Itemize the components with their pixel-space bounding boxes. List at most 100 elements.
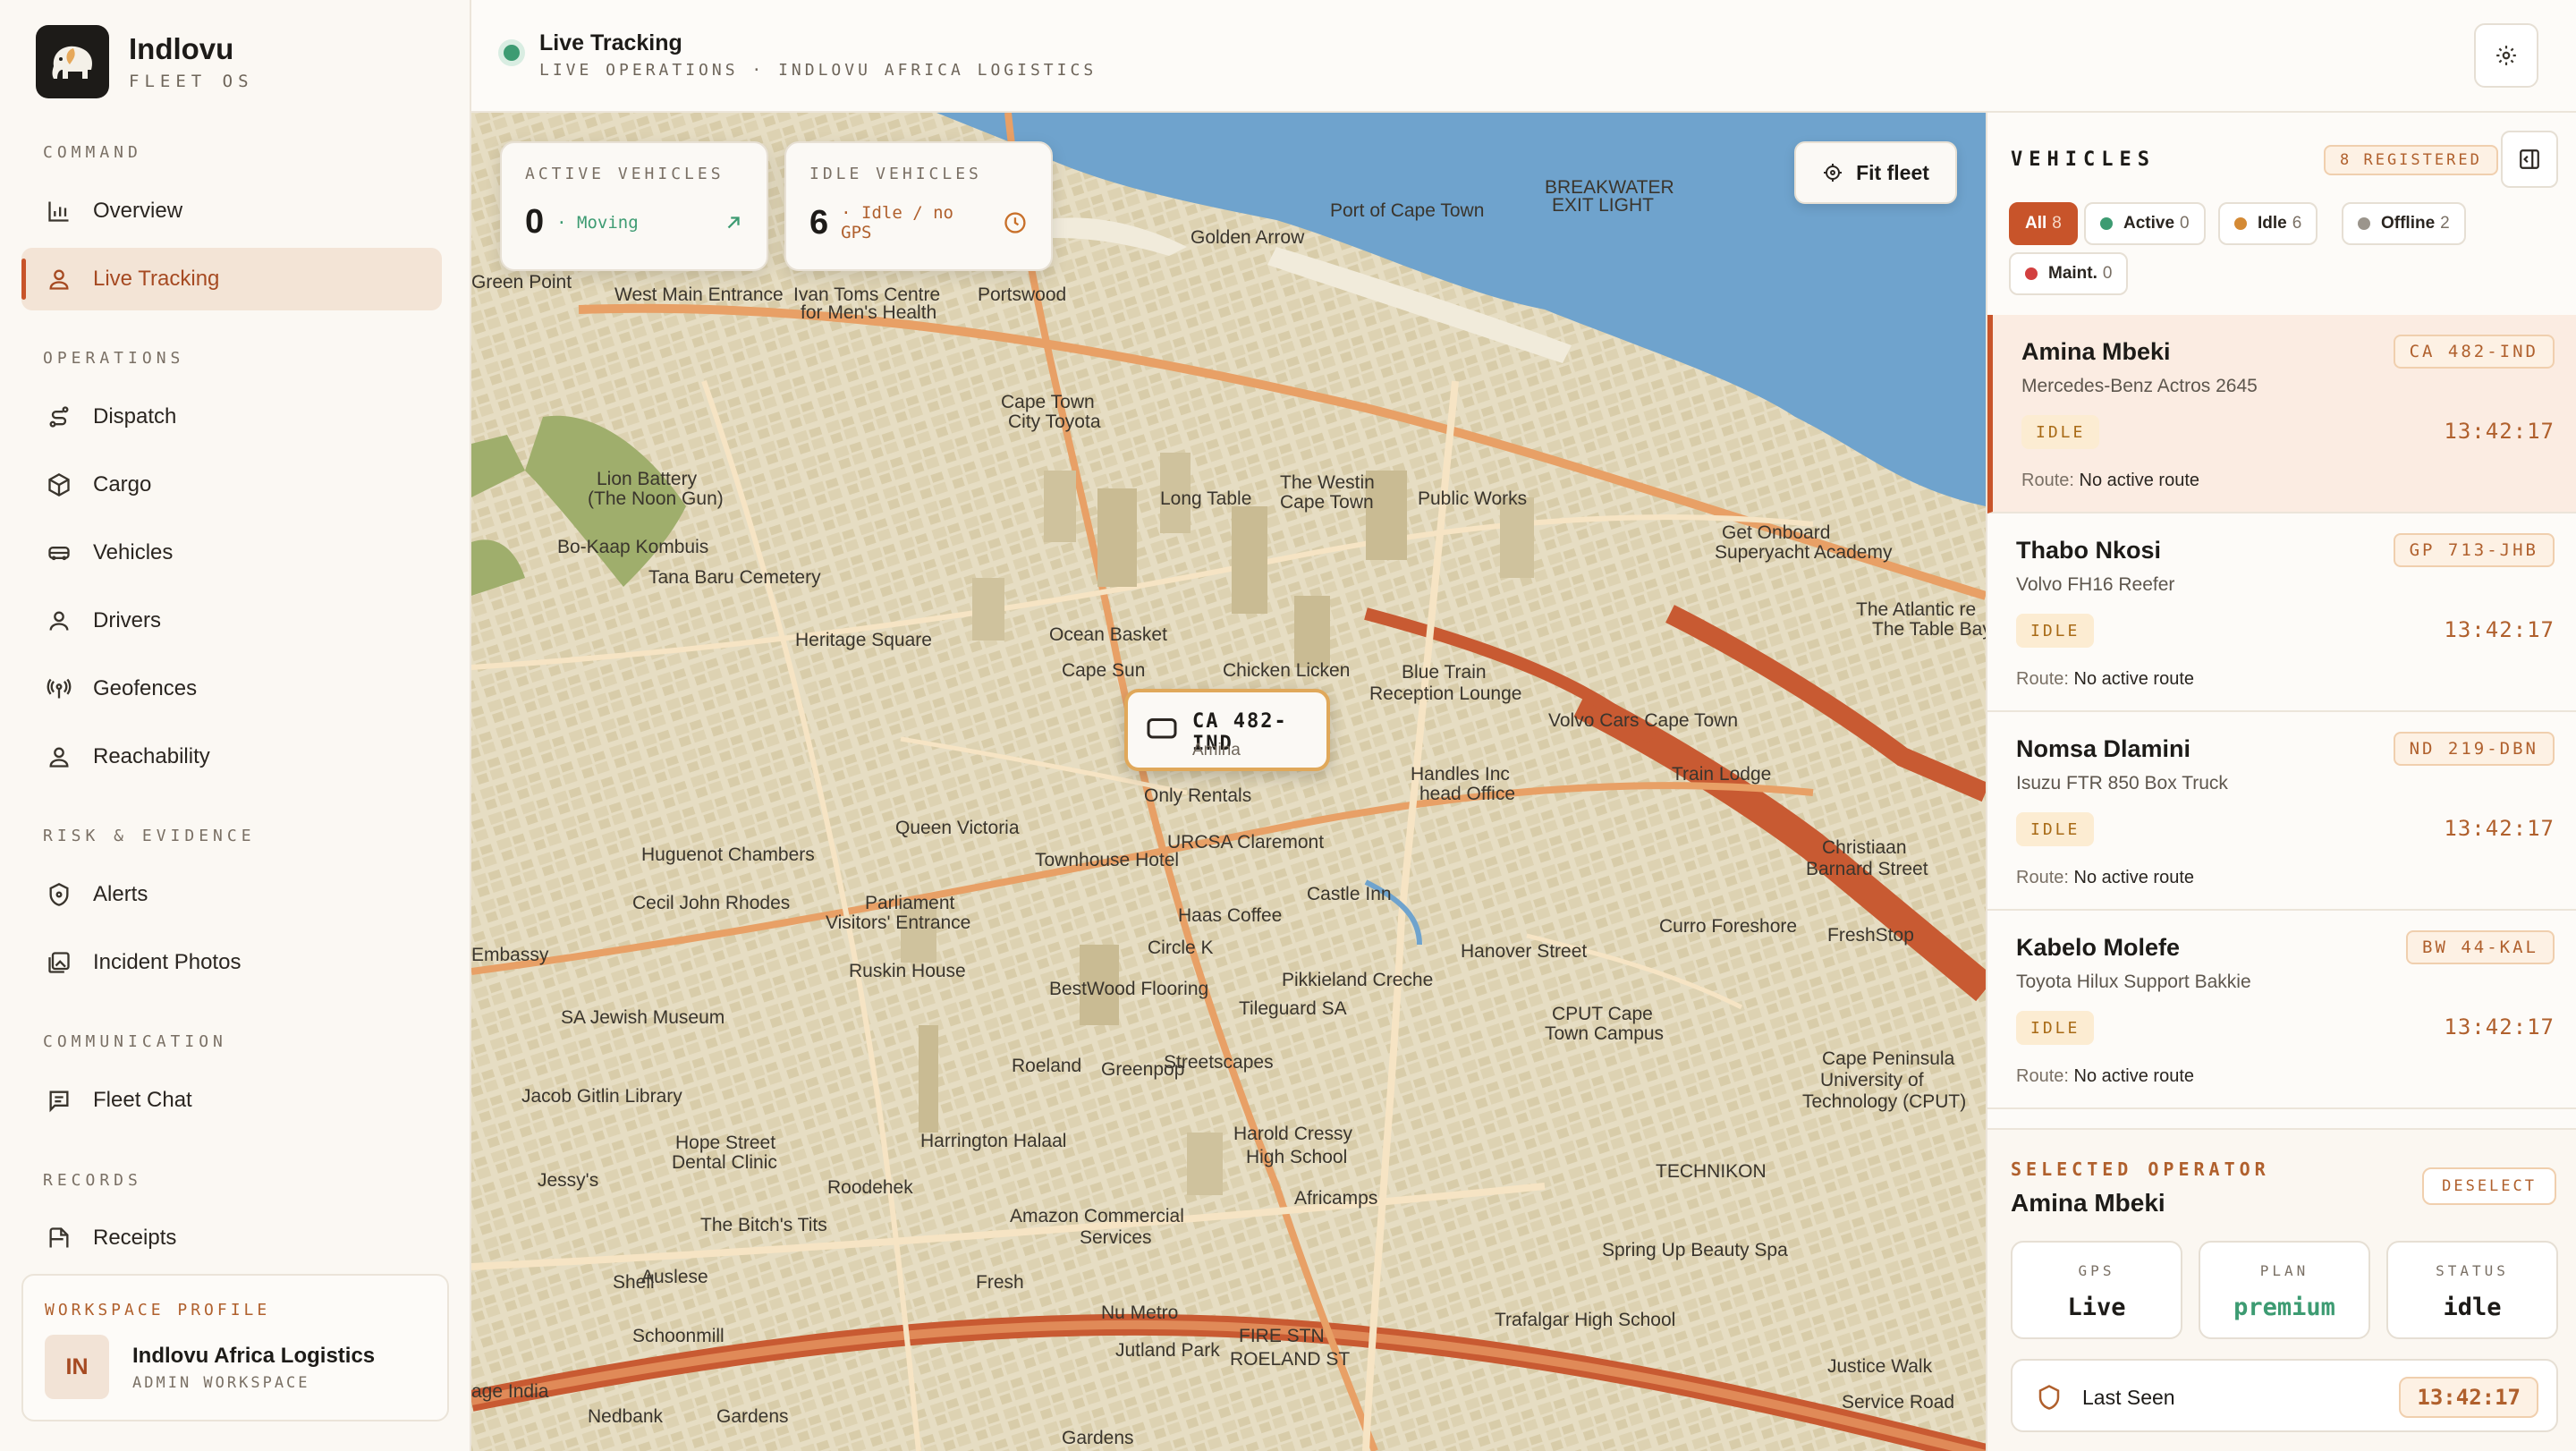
map-label: Visitors' Entrance [826, 912, 971, 933]
map-label: Circle K [1148, 938, 1214, 958]
map-view[interactable]: Port of Cape Town BREAKWATER EXIT LIGHT Gol… [471, 113, 1986, 1451]
map-label: Nedbank [588, 1406, 664, 1427]
sidebar-item-overview[interactable]: Overview [21, 180, 442, 242]
shield-icon [49, 883, 69, 906]
map-label: Heritage Square [795, 630, 932, 650]
nav-section-command: COMMAND [43, 143, 142, 162]
live-status-dot [504, 45, 520, 61]
filter-maintenance[interactable]: Maint. 0 [2009, 252, 2129, 295]
map-label: for Men's Health [801, 302, 937, 323]
map-label: Curro Foreshore [1659, 916, 1798, 937]
map-label: Dental Clinic [672, 1152, 777, 1173]
vehicle-row[interactable]: Kabelo Molefe Toyota Hilux Support Bakki… [1987, 911, 2576, 1109]
idle-vehicles-card[interactable]: IDLE VEHICLES 6 · Idle / no GPS [784, 141, 1053, 271]
map-label: Blue Train [1402, 662, 1487, 683]
map-label: High School [1246, 1147, 1348, 1167]
sidebar-item-geofences[interactable]: Geofences [21, 658, 442, 720]
map-label: EXIT LIGHT [1552, 195, 1654, 216]
map-label: Superyacht Academy [1715, 542, 1893, 563]
fit-fleet-button[interactable]: Fit fleet [1794, 141, 1957, 204]
vehicle-row[interactable]: Amina Mbeki Mercedes-Benz Actros 2645 CA… [1987, 315, 2576, 513]
plate-badge: GP 713-JHB [2393, 533, 2555, 567]
vehicle-model: Volvo FH16 Reefer [2016, 574, 2175, 595]
stat-note: · Idle / no GPS [841, 203, 953, 242]
bar-chart-icon [48, 201, 69, 222]
map-label: Technology (CPUT) [1802, 1091, 1967, 1112]
sidebar-item-fleet-chat[interactable]: Fleet Chat [21, 1069, 442, 1132]
route-icon [49, 406, 69, 428]
status-dot [2100, 217, 2113, 230]
status-badge: IDLE [2021, 415, 2100, 449]
filter-label: Active [2123, 214, 2175, 233]
crosshair-icon [1824, 164, 1843, 182]
vehicle-model: Toyota Hilux Support Bakkie [2016, 972, 2251, 992]
sidebar-item-alerts[interactable]: Alerts [21, 863, 442, 926]
map-label: Shell [613, 1272, 655, 1293]
last-update-time: 13:42:17 [2444, 816, 2555, 841]
vehicle-row[interactable]: Nomsa Dlamini Isuzu FTR 850 Box Truck ND… [1987, 712, 2576, 911]
deselect-button[interactable]: DESELECT [2422, 1167, 2556, 1205]
sidebar-item-label: Alerts [93, 882, 148, 906]
workspace-profile[interactable]: WORKSPACE PROFILE IN Indlovu Africa Logi… [21, 1274, 449, 1421]
map-label: Public Works [1418, 488, 1528, 509]
filter-label: Idle [2258, 214, 2287, 233]
map-label: University of [1820, 1070, 1924, 1090]
map-label: Train Lodge [1672, 764, 1772, 785]
last-seen-row: Last Seen 13:42:17 [2011, 1359, 2558, 1432]
sidebar-item-label: Live Tracking [93, 267, 220, 291]
map-label: Embassy [471, 945, 549, 965]
page-header: Live Tracking LIVE OPERATIONS · INDLOVU … [471, 0, 2576, 113]
settings-button[interactable] [2474, 23, 2538, 88]
map-label: Justice Walk [1827, 1356, 1933, 1377]
vehicle-marker[interactable]: CA 482-IND Amina [1124, 689, 1330, 771]
map-label: Cape Sun [1062, 660, 1146, 681]
map-label: Nu Metro [1101, 1303, 1179, 1323]
sidebar-item-vehicles[interactable]: Vehicles [21, 522, 442, 584]
filter-active[interactable]: Active 0 [2084, 202, 2206, 245]
map-label: Fresh [976, 1272, 1024, 1293]
box-icon [48, 472, 70, 497]
sidebar-item-dispatch[interactable]: Dispatch [21, 386, 442, 448]
filter-count: 6 [2292, 214, 2302, 233]
nav-section-communication: COMMUNICATION [43, 1032, 227, 1051]
map-label: Hanover Street [1461, 941, 1588, 962]
filter-label: All [2025, 214, 2047, 233]
fit-fleet-label: Fit fleet [1856, 160, 1929, 184]
collapse-panel-button[interactable] [2501, 131, 2558, 188]
map-label: Africamps [1294, 1188, 1378, 1209]
driver-name: Thabo Nkosi [2016, 537, 2162, 564]
active-vehicles-card[interactable]: ACTIVE VEHICLES 0 · Moving [500, 141, 768, 271]
last-update-time: 13:42:17 [2444, 617, 2555, 642]
filter-offline[interactable]: Offline 2 [2342, 202, 2466, 245]
map-label: Lion Battery [597, 469, 698, 489]
route-info: Route: No active route [2016, 1066, 2195, 1086]
brand[interactable]: Indlovu FLEET OS [36, 25, 254, 98]
last-update-time: 13:42:17 [2444, 1014, 2555, 1039]
workspace-name: Indlovu Africa Logistics [132, 1344, 376, 1368]
map-label: West Main Entrance [614, 284, 784, 305]
sidebar-item-incident-photos[interactable]: Incident Photos [21, 931, 442, 994]
map-label: Castle Inn [1307, 884, 1392, 904]
sidebar-item-live-tracking[interactable]: Live Tracking [21, 248, 442, 310]
photo-icon [48, 952, 70, 973]
map-label: The Atlantic re [1856, 599, 1977, 620]
vehicle-row[interactable]: Thabo Nkosi Volvo FH16 Reefer GP 713-JHB… [1987, 513, 2576, 712]
map-label: Port of Cape Town [1330, 200, 1485, 221]
sidebar-item-reachability[interactable]: Reachability [21, 726, 442, 788]
sidebar-item-drivers[interactable]: Drivers [21, 590, 442, 652]
map-label: Haas Coffee [1178, 905, 1283, 926]
sidebar-item-label: Geofences [93, 676, 198, 700]
map-label: CPUT Cape [1552, 1004, 1653, 1024]
sidebar-item-receipts[interactable]: Receipts [21, 1207, 442, 1269]
filter-idle[interactable]: Idle 6 [2218, 202, 2318, 245]
filter-all[interactable]: All 8 [2009, 202, 2078, 245]
filter-count: 8 [2052, 214, 2062, 233]
nav-section-risk: RISK & EVIDENCE [43, 827, 256, 845]
map-label: Volvo Cars Cape Town [1548, 710, 1739, 731]
sidebar-item-cargo[interactable]: Cargo [21, 454, 442, 516]
map-label: head Office [1419, 784, 1516, 804]
map-label: Roodehek [827, 1177, 913, 1198]
map-label: (The Noon Gun) [588, 488, 724, 509]
map-label: Ruskin House [849, 961, 966, 981]
map-label: Service Road [1842, 1392, 1955, 1413]
